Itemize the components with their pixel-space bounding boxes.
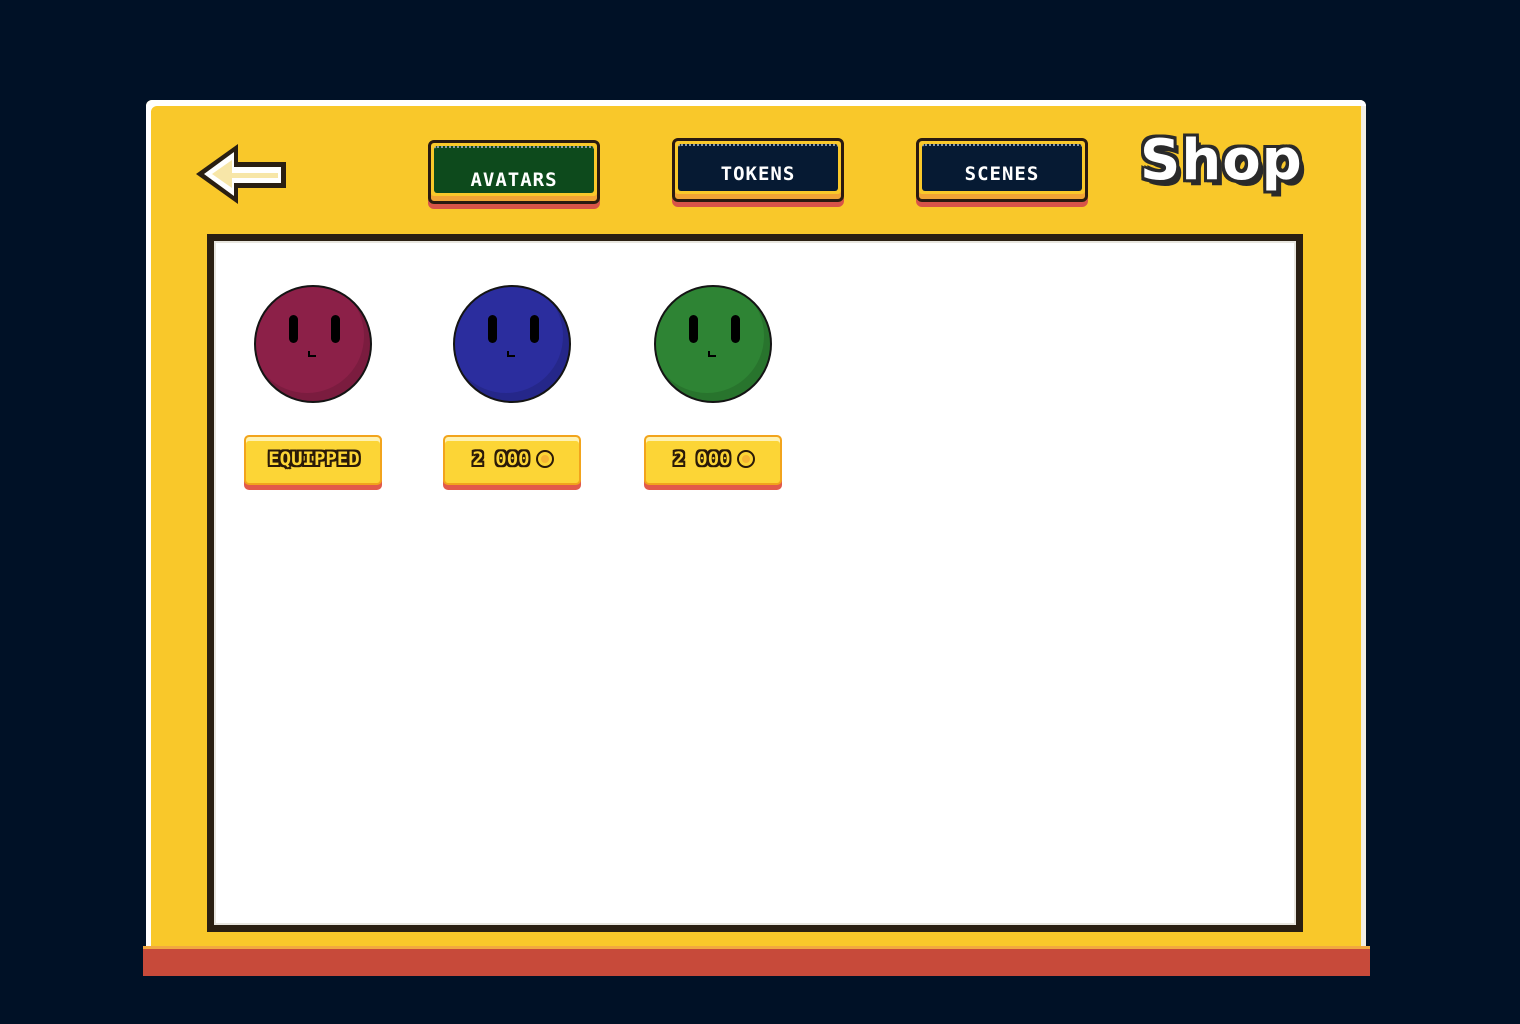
equipped-label: EQUIPPED: [268, 448, 360, 470]
price-label: 2 000: [472, 448, 530, 470]
equipped-button[interactable]: EQUIPPED: [244, 435, 384, 493]
avatar-item: 2 000: [644, 285, 784, 505]
price-label: 2 000: [673, 448, 731, 470]
avatar-preview[interactable]: [453, 285, 571, 403]
shop-screen: AVATARS TOKENS SCENES Shop EQUIPPED 2 00…: [0, 0, 1520, 1024]
eye-icon: [731, 315, 740, 343]
tab-scenes-label: SCENES: [964, 163, 1040, 185]
eye-icon: [289, 315, 298, 343]
back-button[interactable]: [192, 140, 292, 210]
mouth-icon: [507, 351, 515, 357]
eye-icon: [331, 315, 340, 343]
tab-tokens-label: TOKENS: [720, 163, 796, 185]
coin-icon: [535, 449, 554, 468]
avatar-item: 2 000: [443, 285, 583, 505]
tab-avatars-label: AVATARS: [470, 169, 558, 191]
avatar-preview[interactable]: [654, 285, 772, 403]
tab-tokens[interactable]: TOKENS: [672, 138, 844, 202]
avatar-preview[interactable]: [254, 285, 372, 403]
tab-avatars[interactable]: AVATARS: [428, 140, 600, 204]
eye-icon: [689, 315, 698, 343]
tab-scenes[interactable]: SCENES: [916, 138, 1088, 202]
avatar-item: EQUIPPED: [244, 285, 384, 505]
mouth-icon: [308, 351, 316, 357]
buy-button[interactable]: 2 000: [443, 435, 583, 493]
coin-icon: [736, 449, 755, 468]
buy-button[interactable]: 2 000: [644, 435, 784, 493]
arrow-left-icon: [196, 144, 286, 204]
page-title: Shop: [1140, 128, 1303, 193]
shop-panel-base: [143, 946, 1370, 976]
eye-icon: [530, 315, 539, 343]
mouth-icon: [708, 351, 716, 357]
eye-icon: [488, 315, 497, 343]
